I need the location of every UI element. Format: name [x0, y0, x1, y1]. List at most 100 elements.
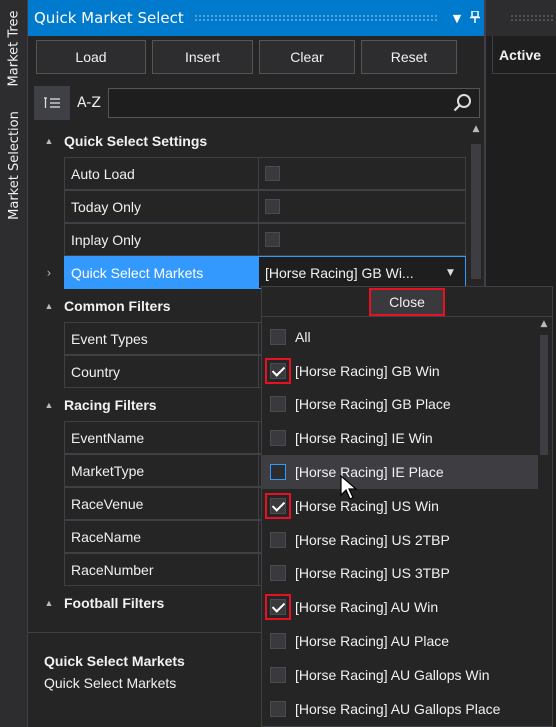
property-row-today-only: Today Only	[34, 190, 466, 223]
scroll-thumb[interactable]	[471, 144, 481, 279]
tab-market-selection[interactable]: Market Selection	[0, 100, 28, 230]
tab-market-tree[interactable]: Market Tree	[0, 0, 28, 96]
list-item-ie-win[interactable]: [Horse Racing] IE Win	[262, 421, 538, 455]
list-item-label: [Horse Racing] IE Place	[295, 464, 444, 481]
reset-button[interactable]: Reset	[361, 40, 457, 74]
scroll-up-icon[interactable]: ▲	[538, 319, 550, 329]
list-item-ie-place[interactable]: [Horse Racing] IE Place	[262, 455, 538, 489]
sort-alphabetical-button[interactable]: A-Z	[70, 86, 108, 120]
checkbox[interactable]	[270, 565, 286, 582]
list-item-label: [Horse Racing] US 3TBP	[295, 565, 450, 582]
category-label: Racing Filters	[64, 396, 157, 413]
mouse-cursor-icon	[340, 475, 358, 500]
list-item-label: [Horse Racing] GB Place	[295, 396, 451, 413]
tab-market-selection-label: Market Selection	[6, 110, 22, 220]
list-item-label: [Horse Racing] AU Win	[295, 599, 439, 616]
today-only-checkbox[interactable]	[265, 199, 280, 214]
list-item-gb-place[interactable]: [Horse Racing] GB Place	[262, 388, 538, 422]
collapse-chevron-icon[interactable]: ▲	[34, 400, 64, 410]
grid-scrollbar[interactable]: ▲	[470, 124, 482, 284]
checkbox[interactable]	[270, 700, 286, 717]
chevron-down-icon[interactable]: ▼	[447, 268, 465, 278]
search-input[interactable]	[108, 88, 480, 118]
category-label: Football Filters	[64, 594, 165, 611]
titlebar-grip	[193, 14, 438, 22]
property-name: RaceNumber	[64, 553, 258, 586]
search-row: A-Z	[34, 86, 480, 120]
property-row-inplay-only: Inplay Only	[34, 223, 466, 256]
list-item-us-2tbp[interactable]: [Horse Racing] US 2TBP	[262, 523, 538, 557]
property-name: Country	[64, 355, 258, 388]
list-item-au-gallops-place[interactable]: [Horse Racing] AU Gallops Place	[262, 692, 538, 726]
category-label: Quick Select Settings	[64, 132, 208, 149]
list-item-gb-win[interactable]: [Horse Racing] GB Win	[262, 354, 538, 388]
list-item-au-place[interactable]: [Horse Racing] AU Place	[262, 624, 538, 658]
property-name: Event Types	[64, 322, 258, 355]
expand-chevron-icon[interactable]: ›	[34, 256, 64, 289]
checkbox[interactable]	[270, 430, 286, 447]
list-item-us-win[interactable]: [Horse Racing] US Win	[262, 489, 538, 523]
checkbox[interactable]	[270, 464, 286, 481]
quick-select-markets-combo[interactable]: [Horse Racing] GB Wi... ▼	[258, 256, 466, 289]
property-name: EventName	[64, 421, 258, 454]
window-menu-chevron-icon[interactable]: ▼	[448, 12, 466, 25]
markets-dropdown-popup: Close All [Horse Racing] GB Win [Horse R…	[261, 286, 553, 727]
property-name: Inplay Only	[64, 223, 258, 256]
pin-icon[interactable]	[466, 9, 484, 26]
collapse-chevron-icon[interactable]: ▲	[34, 301, 64, 311]
property-name: RaceVenue	[64, 487, 258, 520]
collapse-chevron-icon[interactable]: ▲	[34, 598, 64, 608]
checkbox[interactable]	[270, 328, 286, 345]
checkbox[interactable]	[265, 357, 291, 384]
side-tab-strip: Market Tree Market Selection	[0, 0, 28, 727]
close-bar: Close	[262, 287, 552, 317]
list-item-label: [Horse Racing] US Win	[295, 497, 439, 514]
property-row-auto-load: Auto Load	[34, 157, 466, 190]
search-icon[interactable]	[453, 93, 473, 113]
property-name: RaceName	[64, 520, 258, 553]
list-item-label: [Horse Racing] GB Win	[295, 362, 440, 379]
list-item-label: All	[295, 328, 311, 345]
checkbox[interactable]	[270, 666, 286, 683]
list-item-label: [Horse Racing] US 2TBP	[295, 531, 450, 548]
close-button[interactable]: Close	[369, 287, 445, 316]
tab-market-tree-label: Market Tree	[6, 10, 22, 86]
clear-button[interactable]: Clear	[259, 40, 355, 74]
markets-checklist: All [Horse Racing] GB Win [Horse Racing]…	[262, 320, 538, 726]
property-name: Auto Load	[64, 157, 258, 190]
panel-titlebar[interactable]: Quick Market Select ▼	[28, 0, 484, 36]
category-label: Common Filters	[64, 297, 171, 314]
toolbar: Load Insert Clear Reset	[36, 40, 457, 74]
list-item-label: [Horse Racing] AU Place	[295, 633, 450, 650]
list-item-us-3tbp[interactable]: [Horse Racing] US 3TBP	[262, 557, 538, 591]
property-row-quick-select-markets[interactable]: › Quick Select Markets [Horse Racing] GB…	[34, 256, 466, 289]
scroll-thumb[interactable]	[540, 335, 548, 455]
active-panel-titlebar[interactable]	[486, 0, 556, 36]
checkbox[interactable]	[270, 633, 286, 650]
checkbox[interactable]	[270, 396, 286, 413]
list-item-label: [Horse Racing] IE Win	[295, 430, 433, 447]
list-item-au-gallops-win[interactable]: [Horse Racing] AU Gallops Win	[262, 658, 538, 692]
category-quick-select-settings[interactable]: ▲ Quick Select Settings	[34, 124, 466, 157]
scroll-up-icon[interactable]: ▲	[470, 124, 482, 134]
load-button[interactable]: Load	[36, 40, 146, 74]
property-name: Quick Select Markets	[64, 256, 258, 289]
titlebar-grip	[510, 14, 554, 22]
list-item-all[interactable]: All	[262, 320, 538, 354]
combo-value: [Horse Racing] GB Wi...	[265, 264, 414, 281]
property-name: Today Only	[64, 190, 258, 223]
collapse-chevron-icon[interactable]: ▲	[34, 136, 64, 146]
list-item-au-win[interactable]: [Horse Racing] AU Win	[262, 590, 538, 624]
property-name: MarketType	[64, 454, 258, 487]
active-column-header[interactable]: Active	[492, 36, 556, 74]
categorized-icon[interactable]	[34, 86, 70, 120]
inplay-only-checkbox[interactable]	[265, 232, 280, 247]
auto-load-checkbox[interactable]	[265, 166, 280, 181]
list-item-label: [Horse Racing] AU Gallops Win	[295, 666, 490, 683]
checkbox[interactable]	[270, 531, 286, 548]
insert-button[interactable]: Insert	[152, 40, 253, 74]
list-item-label: [Horse Racing] AU Gallops Place	[295, 700, 501, 717]
checkbox[interactable]	[265, 492, 291, 519]
dropdown-scrollbar[interactable]: ▲	[538, 317, 550, 727]
checkbox[interactable]	[265, 594, 291, 621]
